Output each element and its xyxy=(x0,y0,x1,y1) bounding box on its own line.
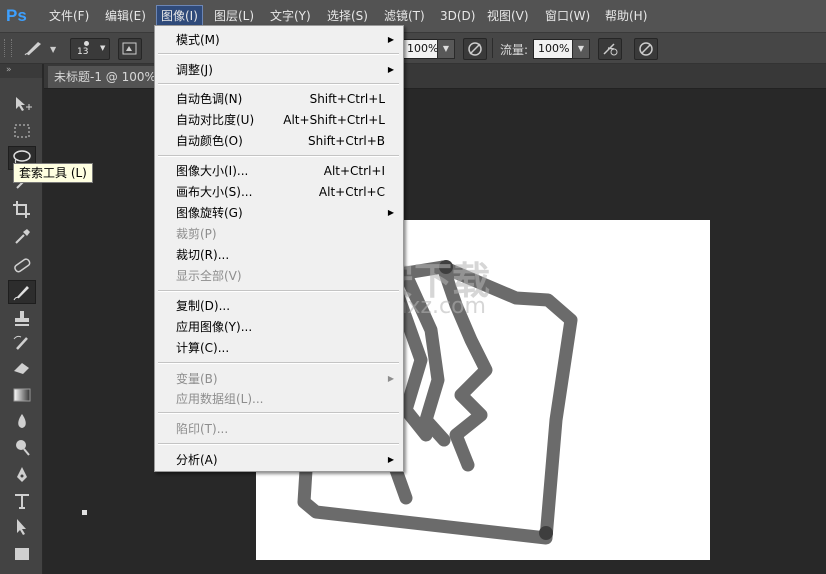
menu-item-crop: 裁剪(P) xyxy=(176,227,217,241)
menu-item-image-rotation[interactable]: 图像旋转(G) ▶ xyxy=(155,203,403,223)
marquee-tool-icon[interactable] xyxy=(9,120,35,142)
collapse-icon[interactable]: » xyxy=(6,65,12,75)
opacity-field[interactable]: 100% xyxy=(402,39,442,59)
blur-tool-icon[interactable] xyxy=(9,410,35,432)
menu-item-reveal-all: 显示全部(V) xyxy=(176,269,242,283)
menu-separator xyxy=(158,53,399,55)
brush-tool-icon[interactable] xyxy=(8,280,36,304)
menu-3d[interactable]: 3D(D) xyxy=(436,6,479,26)
menu-separator xyxy=(158,290,399,292)
menu-item-auto-tone[interactable]: 自动色调(N) Shift+Ctrl+L xyxy=(155,89,403,109)
menu-item-calculations[interactable]: 计算(C)... xyxy=(155,338,403,358)
menu-item-variables: 变量(B) ▶ xyxy=(155,369,403,389)
opacity-pressure-toggle[interactable] xyxy=(463,38,487,60)
airbrush-icon xyxy=(603,43,618,56)
type-tool-icon[interactable] xyxy=(9,490,35,512)
options-grip[interactable] xyxy=(4,39,12,57)
menu-help[interactable]: 帮助(H) xyxy=(601,6,651,26)
menu-item-apply-data-set: 应用数据组(L)... xyxy=(176,392,264,406)
pressure-size-icon xyxy=(639,42,653,56)
dodge-tool-icon[interactable] xyxy=(9,436,35,458)
brush-preset-icon[interactable] xyxy=(22,38,46,58)
menu-item-adjust[interactable]: 调整(J) ▶ xyxy=(155,60,403,80)
document-tab[interactable]: 未标题-1 @ 100% xyxy=(48,66,164,88)
opacity-dropdown-icon[interactable]: ▼ xyxy=(437,39,455,59)
pressure-size-toggle[interactable] xyxy=(634,38,658,60)
pen-tool-icon[interactable] xyxy=(9,464,35,486)
brush-panel-icon xyxy=(122,42,137,55)
photoshop-logo: Ps xyxy=(6,6,27,25)
menu-item-duplicate[interactable]: 复制(D)... xyxy=(155,296,403,316)
menu-separator xyxy=(158,412,399,414)
brush-preset-dropdown-icon[interactable]: ▼ xyxy=(50,45,56,54)
brush-panel-toggle[interactable] xyxy=(118,38,142,60)
submenu-arrow-icon: ▶ xyxy=(387,455,394,464)
menu-separator xyxy=(158,443,399,445)
menu-image[interactable]: 图像(I) xyxy=(156,5,203,27)
menu-file[interactable]: 文件(F) xyxy=(45,6,93,26)
clone-stamp-tool-icon[interactable] xyxy=(9,307,35,329)
flow-label: 流量: xyxy=(500,43,529,57)
eyedropper-tool-icon[interactable] xyxy=(9,225,35,247)
submenu-arrow-icon: ▶ xyxy=(387,35,394,44)
menu-item-auto-color[interactable]: 自动颜色(O) Shift+Ctrl+B xyxy=(155,131,403,151)
submenu-arrow-icon: ▶ xyxy=(387,208,394,217)
menu-filter[interactable]: 滤镜(T) xyxy=(380,6,429,26)
airbrush-toggle[interactable] xyxy=(598,38,622,60)
shape-tool-icon[interactable] xyxy=(9,543,35,565)
submenu-arrow-icon: ▶ xyxy=(387,65,394,74)
menu-window[interactable]: 窗口(W) xyxy=(541,6,594,26)
brush-size-dropdown-icon: ▼ xyxy=(100,44,106,52)
gradient-tool-icon[interactable] xyxy=(9,384,35,406)
pressure-opacity-icon xyxy=(468,42,482,56)
eraser-tool-icon[interactable] xyxy=(9,357,35,379)
menu-edit[interactable]: 编辑(E) xyxy=(101,6,150,26)
menu-item-apply-image[interactable]: 应用图像(Y)... xyxy=(155,317,403,337)
path-select-tool-icon[interactable] xyxy=(9,516,35,538)
canvas-marker xyxy=(82,510,87,515)
lasso-tool-tooltip: 套索工具 (L) xyxy=(13,163,93,183)
brush-size-value: 13 xyxy=(77,47,89,57)
toolbar-header[interactable]: » xyxy=(0,64,42,78)
submenu-arrow-icon: ▶ xyxy=(387,374,394,383)
crop-tool-icon[interactable] xyxy=(9,198,35,220)
brush-tip-icon xyxy=(84,41,89,46)
menu-item-image-size[interactable]: 图像大小(I)... Alt+Ctrl+I xyxy=(155,161,403,181)
menu-separator xyxy=(158,155,399,157)
options-divider xyxy=(492,38,493,58)
menu-bar: Ps 文件(F) 编辑(E) 图像(I) 图层(L) 文字(Y) 选择(S) 滤… xyxy=(0,0,826,33)
history-brush-tool-icon[interactable] xyxy=(9,332,35,354)
options-bar: ▼ 13 ▼ 100% ▼ 流量: 100% ▼ xyxy=(0,33,826,64)
image-menu: 模式(M) ▶ 调整(J) ▶ 自动色调(N) Shift+Ctrl+L 自动对比度(… xyxy=(154,25,404,472)
menu-separator xyxy=(158,83,399,85)
menu-item-auto-contrast[interactable]: 自动对比度(U) Alt+Shift+Ctrl+L xyxy=(155,110,403,130)
menu-item-mode[interactable]: 模式(M) ▶ xyxy=(155,30,403,50)
flow-dropdown-icon[interactable]: ▼ xyxy=(572,39,590,59)
brush-size-picker[interactable]: 13 ▼ xyxy=(70,38,110,60)
menu-item-analysis[interactable]: 分析(A) ▶ xyxy=(155,450,403,470)
menu-item-trap: 陷印(T)... xyxy=(176,422,229,436)
menu-separator xyxy=(158,362,399,364)
menu-view[interactable]: 视图(V) xyxy=(483,6,533,26)
healing-brush-tool-icon[interactable] xyxy=(9,254,35,276)
menu-layer[interactable]: 图层(L) xyxy=(210,6,258,26)
menu-item-canvas-size[interactable]: 画布大小(S)... Alt+Ctrl+C xyxy=(155,182,403,202)
menu-type[interactable]: 文字(Y) xyxy=(266,6,315,26)
flow-field[interactable]: 100% xyxy=(533,39,573,59)
move-tool-icon[interactable] xyxy=(9,93,35,115)
menu-item-trim[interactable]: 裁切(R)... xyxy=(155,245,403,265)
menu-select[interactable]: 选择(S) xyxy=(323,6,372,26)
